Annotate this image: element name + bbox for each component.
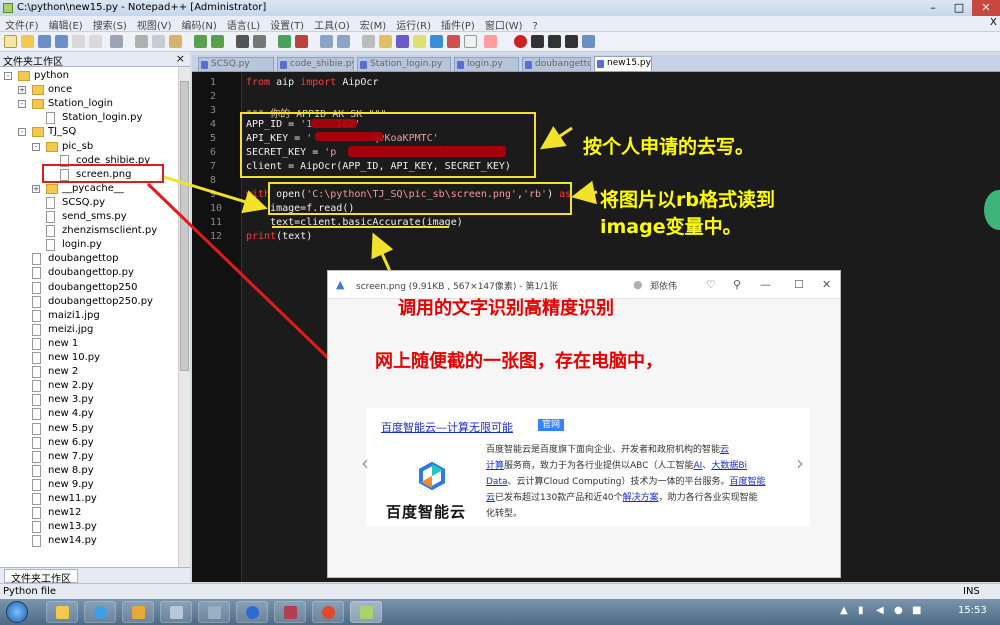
app-icon [170,606,183,619]
network-icon[interactable]: ▮ [858,605,864,616]
taskbar-app[interactable] [236,601,268,623]
minimize-viewer-icon[interactable]: — [760,278,771,291]
annotation-image-var: image变量中。 [600,216,742,238]
insert-mode: INS [963,586,980,597]
avatar: ● [633,278,643,291]
desc-text: 百度智能云是百度旗下面向企业、开发者和政府机构的智能 [486,445,721,455]
desc-text: 已发布超过130款产品和近40个 [495,493,623,503]
desc-link[interactable]: AI [693,461,702,471]
desc-link[interactable]: 云 [720,445,729,455]
windows-taskbar: ▲ ▮ ◀ ● ■ 15:53 [0,599,1000,625]
desc-link[interactable]: 百度智能 [730,477,766,487]
baidu-cloud-link[interactable]: 百度智能云—计算无限可能 [381,419,513,435]
desc-text: 化转型。 [486,509,523,519]
taskbar-app[interactable] [198,601,230,623]
maximize-viewer-icon[interactable]: ☐ [794,278,804,291]
explorer-icon [56,606,69,619]
baidu-cloud-description: 百度智能云是百度旗下面向企业、开发者和政府机构的智能云 计算服务商，致力于为各行… [486,442,786,522]
pin-icon[interactable]: ⚲ [733,278,741,291]
desc-text: 、 [702,461,712,471]
taskbar-notepadpp[interactable] [350,601,382,623]
app-icon [132,606,145,619]
baidu-cloud-logo-icon [419,462,445,490]
official-badge: 官网 [538,419,565,431]
app-icon [322,606,335,619]
taskbar-browser[interactable] [84,601,116,623]
desc-link[interactable]: Data [486,477,508,487]
tray-app-icon[interactable]: ■ [912,605,921,616]
prev-image-button[interactable]: ‹ [353,444,377,484]
start-button[interactable] [6,601,28,623]
shirt-icon[interactable]: ♡ [706,278,716,291]
system-clock[interactable]: 15:53 [958,605,987,616]
annotation-apply-credentials: 按个人申请的去写。 [583,136,755,158]
annotation-ocr-accurate: 调用的文字识别高精度识别 [398,298,614,319]
notepadpp-icon [360,606,373,619]
desc-link[interactable]: 大数据Bi [711,461,747,471]
desc-link[interactable]: 云 [486,493,495,503]
desc-link[interactable]: 计算 [486,461,504,471]
status-bar: Python file INS [0,583,1000,599]
app-icon [208,606,221,619]
screenshot-image: 百度智能云—计算无限可能 官网 百度智能云是百度旗下面向企业、开发者和政府机构的… [366,408,810,526]
image-icon: ▲ [336,278,345,291]
taskbar-app[interactable] [122,601,154,623]
file-type: Python file [3,586,57,597]
next-image-button[interactable]: › [788,444,812,484]
taskbar-explorer[interactable] [46,601,78,623]
arrow-to-open [571,180,598,205]
arrow-to-credentials [540,126,573,150]
desc-text: ，助力各行各业实现智能 [658,493,758,503]
desc-text: 、云计算Cloud Computing）技术为一体的平台服务。 [507,477,730,487]
user-name: 郑依伟 [650,282,678,292]
close-viewer-icon[interactable]: ✕ [822,278,831,291]
ime-icon[interactable]: ● [894,605,903,616]
arrow-screen-to-open [163,175,268,214]
taskbar-app[interactable] [160,601,192,623]
taskbar-app[interactable] [312,601,344,623]
annotation-read-rb: 将图片以rb格式读到 [600,189,775,211]
taskbar-app[interactable] [274,601,306,623]
desc-link[interactable]: 解决方案 [623,493,659,503]
browser-icon [94,606,107,619]
baidu-cloud-logo-text: 百度智能云 [386,503,467,521]
desktop-screen: C:\python\new15.py - Notepad++ [Administ… [0,0,1000,625]
app-icon [284,606,297,619]
volume-icon[interactable]: ◀ [876,605,884,616]
image-viewer-title: screen.png (9.91KB , 567×147像素) - 第1/1张 [356,282,558,292]
tray-icon[interactable]: ▲ [840,605,848,616]
annotation-random-screenshot: 网上随便截的一张图，存在电脑中， [375,351,663,372]
desc-text: 服务商，致力于为各行业提供以ABC（人工智能 [504,461,694,471]
app-icon [246,606,259,619]
